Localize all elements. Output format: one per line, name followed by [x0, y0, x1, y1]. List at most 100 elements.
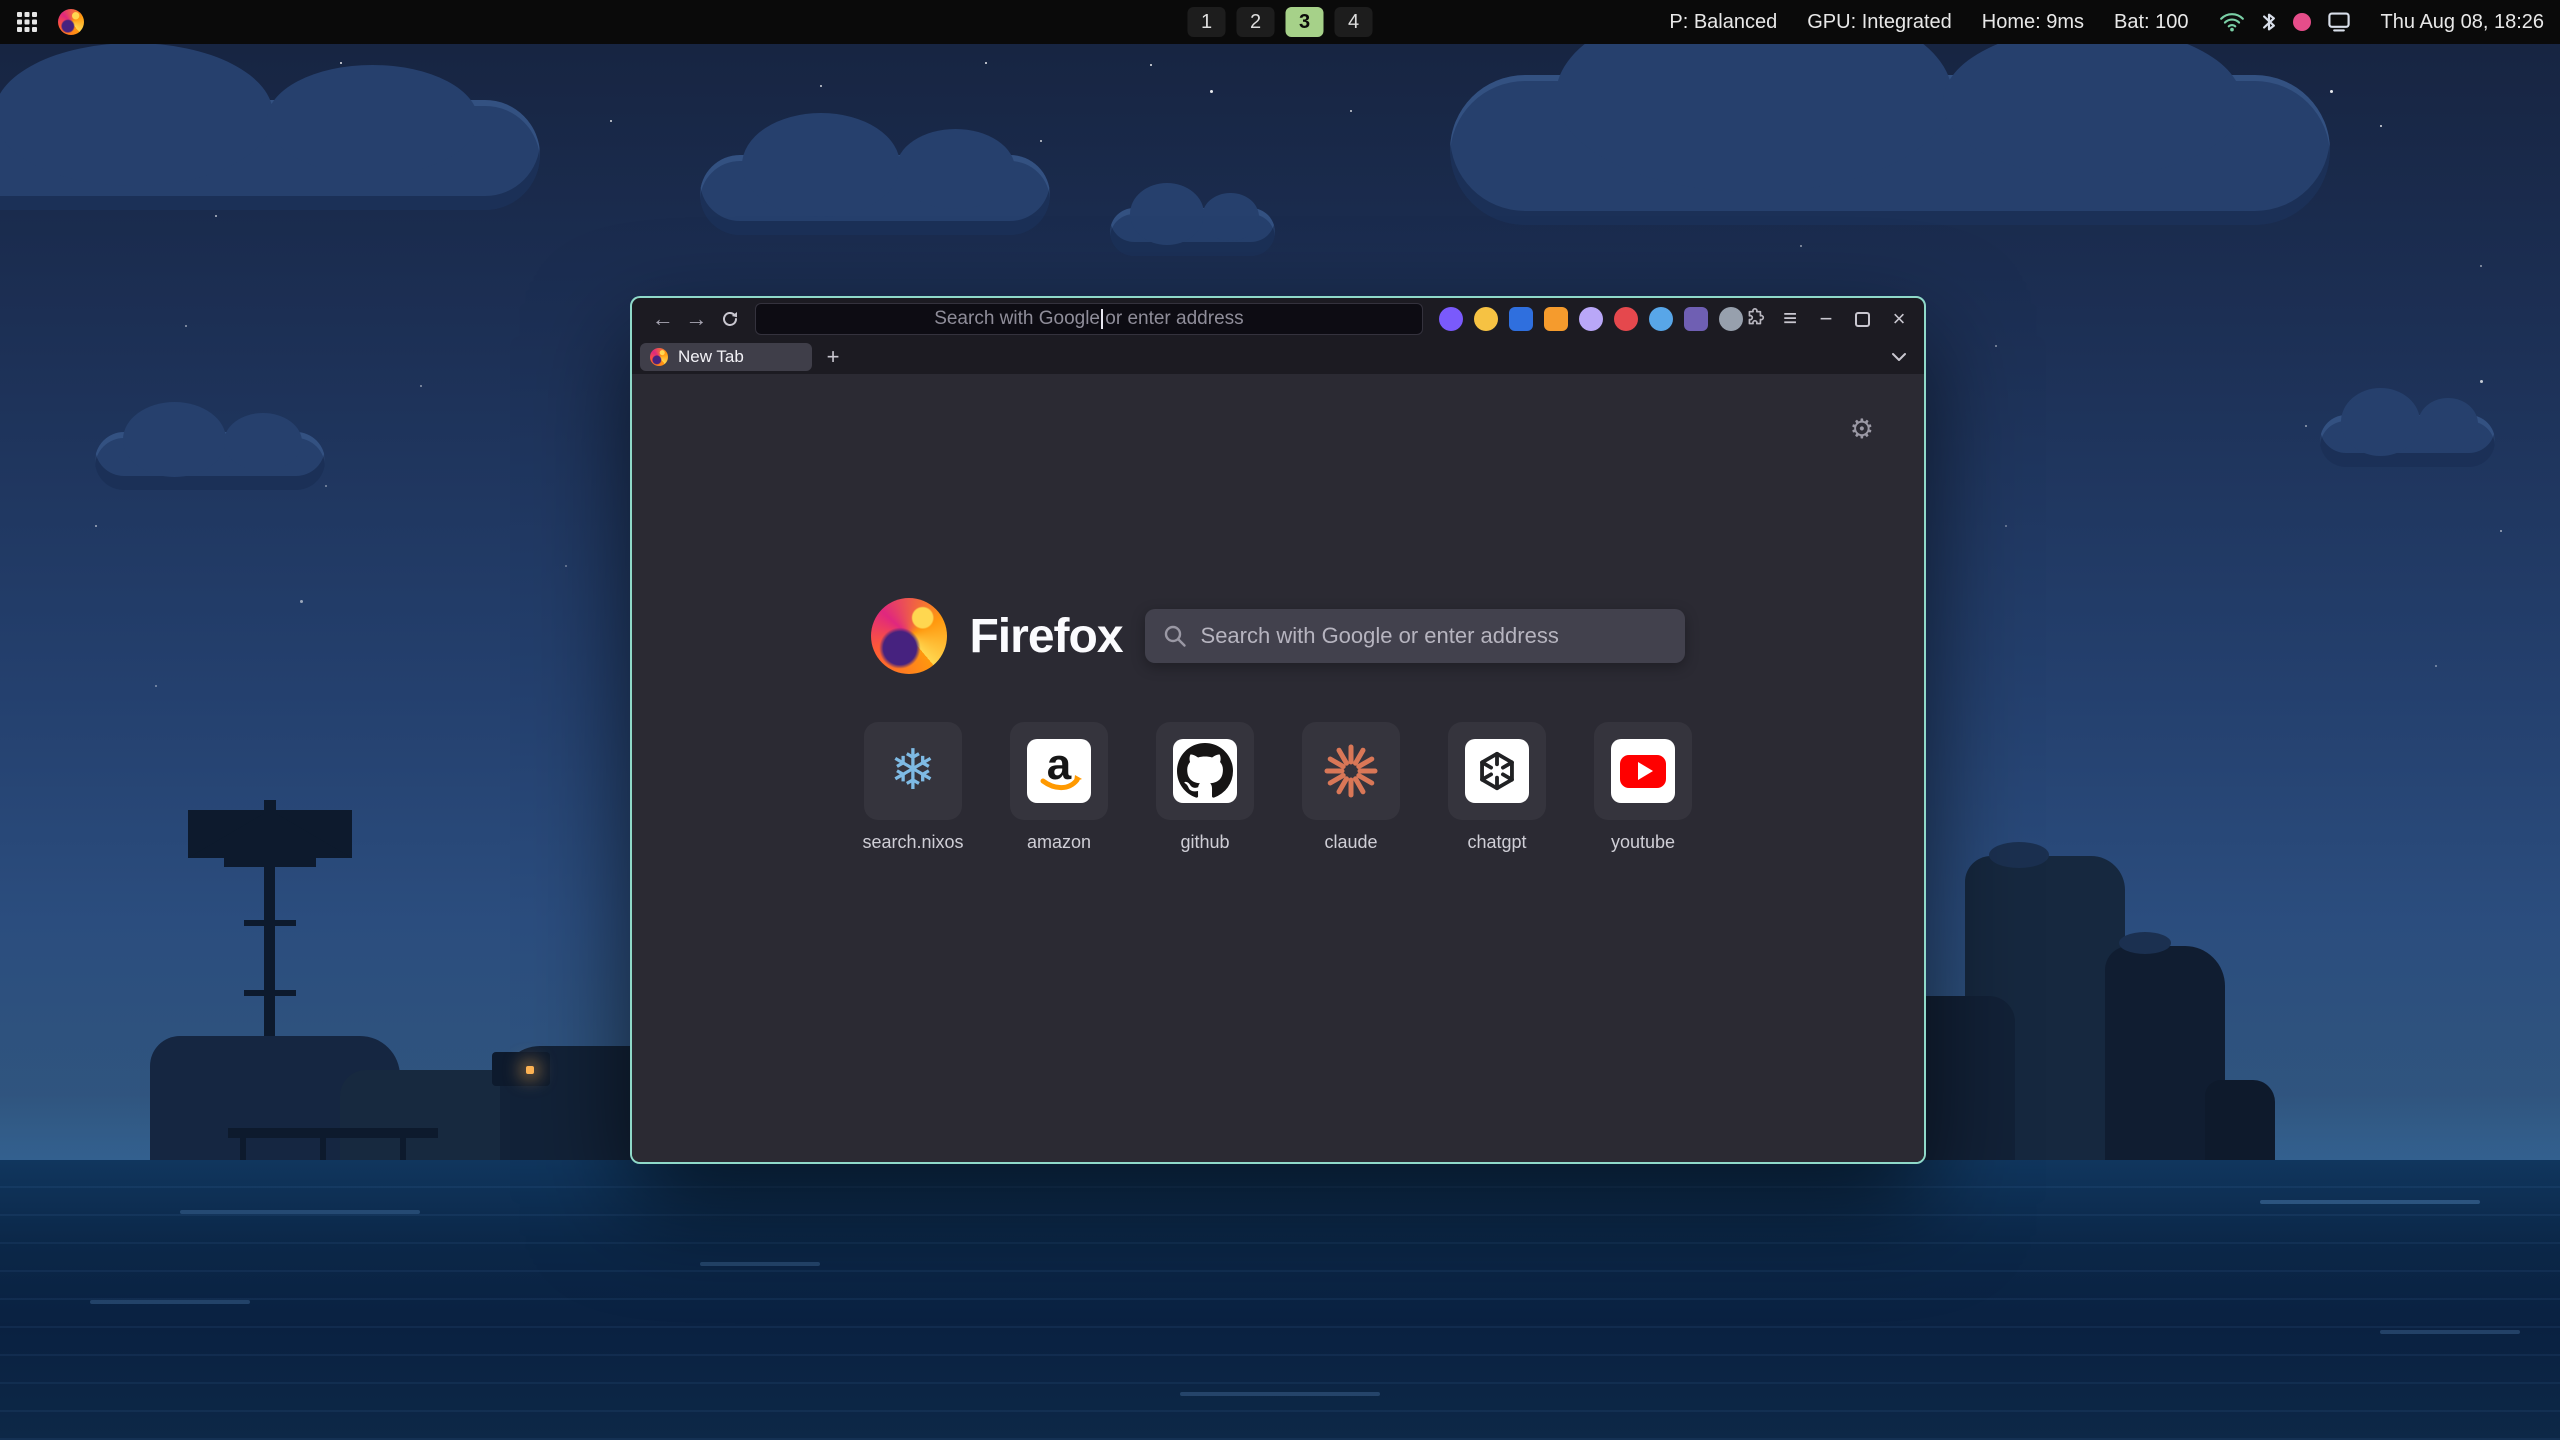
cloud: [700, 155, 1050, 235]
maximize-icon: [1855, 312, 1870, 327]
extension-icon[interactable]: [1719, 307, 1743, 331]
list-all-tabs-button[interactable]: [1886, 345, 1912, 369]
shortcut-amazon[interactable]: a amazon: [1009, 722, 1109, 853]
wave-streak: [2380, 1330, 2520, 1334]
shortcut-label: search.nixos: [862, 832, 963, 853]
plus-icon: +: [827, 344, 840, 370]
maximize-button[interactable]: [1855, 312, 1870, 327]
youtube-play-icon: [1620, 755, 1666, 788]
extension-icon[interactable]: [1684, 307, 1708, 331]
menu-button[interactable]: ≡: [1783, 305, 1797, 333]
workspace-4[interactable]: 4: [1335, 7, 1373, 37]
urlbar-input[interactable]: [756, 304, 1422, 334]
tab-new-tab[interactable]: New Tab: [640, 343, 812, 371]
newtab-search-bar[interactable]: [1145, 609, 1685, 663]
cloud: [0, 100, 540, 210]
wave-streak: [180, 1210, 420, 1214]
hamburger-icon: ≡: [1783, 305, 1797, 333]
firefox-window: ← →: [630, 296, 1926, 1164]
cloud: [1450, 75, 2330, 225]
shortcut-label: github: [1180, 832, 1229, 853]
urlbar[interactable]: [755, 303, 1423, 335]
shortcut-label: amazon: [1027, 832, 1091, 853]
amazon-smile-icon: [1027, 739, 1091, 803]
extension-icon[interactable]: [1544, 307, 1568, 331]
navigation-toolbar: ← →: [632, 298, 1924, 340]
extension-icon[interactable]: [1509, 307, 1533, 331]
minimize-icon: −: [1820, 306, 1833, 331]
extension-icon[interactable]: [1474, 307, 1498, 331]
app-grid-icon: [16, 11, 38, 33]
newtab-hero: Firefox: [632, 598, 1924, 674]
github-octocat-icon: [1177, 743, 1233, 799]
workspace-2[interactable]: 2: [1237, 7, 1275, 37]
shortcut-search-nixos[interactable]: ❄ search.nixos: [863, 722, 963, 853]
minimize-button[interactable]: −: [1815, 306, 1837, 332]
tab-title: New Tab: [678, 347, 744, 367]
power-profile-status: P: Balanced: [1669, 11, 1777, 34]
shortcut-label: youtube: [1611, 832, 1675, 853]
extension-icon[interactable]: [1649, 307, 1673, 331]
home-latency-status: Home: 9ms: [1982, 11, 2084, 34]
new-tab-button[interactable]: +: [818, 343, 848, 371]
cloud: [1110, 208, 1275, 256]
chevron-down-icon: [1891, 351, 1907, 363]
firefox-logo: [871, 598, 947, 674]
workspace-3-active[interactable]: 3: [1286, 7, 1324, 37]
island-left: [140, 800, 700, 1160]
shortcut-label: claude: [1324, 832, 1377, 853]
forward-icon: →: [685, 306, 707, 332]
cloud: [95, 432, 325, 490]
ocean: [0, 1160, 2560, 1440]
firefox-wordmark: Firefox: [969, 609, 1122, 664]
shortcut-claude[interactable]: claude: [1301, 722, 1401, 853]
bluetooth-icon[interactable]: [2261, 11, 2277, 33]
wave-streak: [90, 1300, 250, 1304]
newtab-search-input[interactable]: [1145, 609, 1685, 663]
hut-light: [526, 1066, 534, 1074]
reload-button[interactable]: [713, 303, 747, 335]
forward-button[interactable]: →: [680, 303, 714, 335]
shortcut-tiles: ❄ search.nixos a amazon: [632, 722, 1924, 853]
shortcut-label: chatgpt: [1467, 832, 1526, 853]
close-button[interactable]: ×: [1888, 306, 1910, 332]
firefox-favicon: [650, 348, 668, 366]
shortcut-youtube[interactable]: youtube: [1593, 722, 1693, 853]
firefox-icon[interactable]: [58, 9, 84, 35]
openai-logo-icon: [1474, 748, 1520, 794]
workspace-1[interactable]: 1: [1188, 7, 1226, 37]
extension-icon[interactable]: [1439, 307, 1463, 331]
cloud: [2320, 415, 2495, 467]
back-button[interactable]: ←: [646, 303, 680, 335]
gpu-status: GPU: Integrated: [1807, 11, 1952, 34]
indicator-icon[interactable]: [2293, 13, 2311, 31]
wifi-icon[interactable]: [2219, 12, 2245, 32]
personalize-button[interactable]: ⚙: [1850, 416, 1874, 443]
text-caret: [1101, 309, 1103, 329]
extension-icons: [1439, 307, 1743, 331]
wave-streak: [1180, 1392, 1380, 1396]
wave-streak: [2260, 1200, 2480, 1204]
tab-bar: New Tab +: [632, 340, 1924, 374]
extensions-button[interactable]: [1743, 308, 1765, 330]
nixos-snowflake-icon: ❄: [890, 743, 937, 799]
shortcut-chatgpt[interactable]: chatgpt: [1447, 722, 1547, 853]
app-launcher-button[interactable]: [16, 11, 38, 33]
status-bar: 1 2 3 4 P: Balanced GPU: Integrated Home…: [0, 0, 2560, 44]
display-icon[interactable]: [2327, 11, 2351, 33]
puzzle-icon: [1743, 308, 1765, 330]
workspace-switcher: 1 2 3 4: [1188, 0, 1373, 44]
shortcut-github[interactable]: github: [1155, 722, 1255, 853]
close-icon: ×: [1893, 306, 1906, 331]
island-right: [1905, 856, 2285, 1160]
gear-icon: ⚙: [1850, 414, 1874, 444]
new-tab-page: ⚙ Firefox ❄ search.nixos: [632, 374, 1924, 1162]
extension-icon[interactable]: [1579, 307, 1603, 331]
clock: Thu Aug 08, 18:26: [2381, 11, 2544, 34]
wave-streak: [700, 1262, 820, 1266]
search-icon: [1163, 624, 1187, 648]
claude-starburst-icon: [1322, 742, 1380, 800]
reload-icon: [720, 309, 740, 329]
back-icon: ←: [652, 306, 674, 332]
extension-icon[interactable]: [1614, 307, 1638, 331]
